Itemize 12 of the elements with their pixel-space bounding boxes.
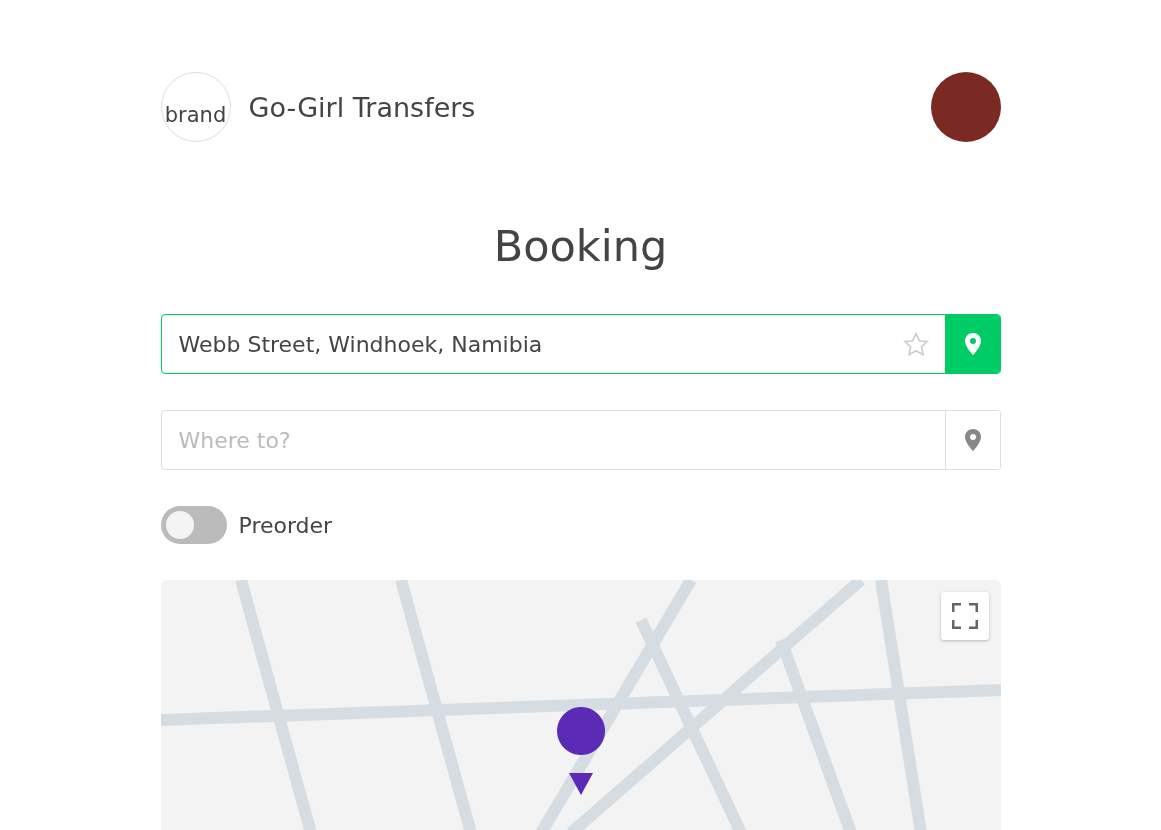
location-pin-icon [964,429,981,451]
fullscreen-button[interactable] [940,592,989,640]
app-title: Go-Girl Transfers [248,91,476,123]
map-marker-icon [556,707,605,795]
star-icon[interactable] [902,331,929,357]
location-button[interactable] [944,315,1000,373]
page-heading: Booking [492,220,669,273]
preorder-toggle[interactable] [160,506,227,544]
location-button[interactable] [944,411,1000,469]
preorder-label: Preorder [238,512,333,538]
location-pin-icon [964,333,981,355]
fullscreen-icon [951,603,978,629]
